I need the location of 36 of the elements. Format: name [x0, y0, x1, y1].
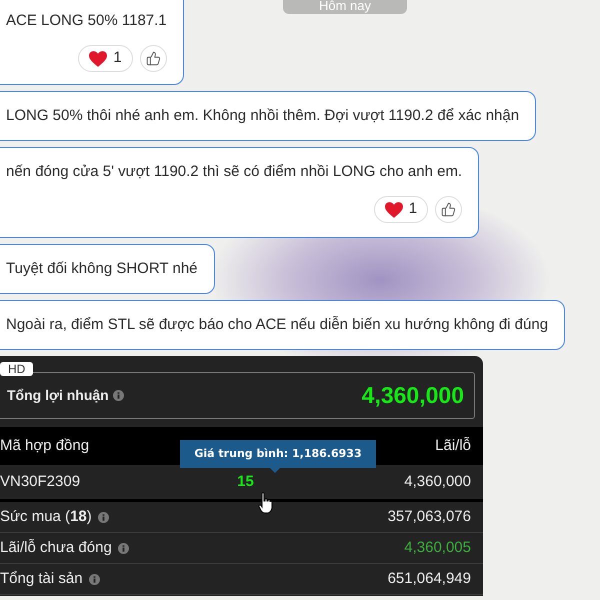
- summary-label: Tổng tài sản: [0, 568, 83, 589]
- info-icon: [88, 574, 100, 584]
- date-badge: Hôm nay: [283, 0, 407, 14]
- summary-label: Sức mua (18): [0, 506, 92, 527]
- table-cell-text: 4,360,000: [403, 472, 471, 492]
- info-icon: [98, 512, 109, 522]
- summary-label: Lãi/lỗ chưa đóng: [0, 538, 112, 558]
- total-profit-value: 4,360,000: [362, 381, 464, 410]
- heart-reaction[interactable]: 1: [78, 45, 133, 72]
- thumbs-up-icon: [146, 51, 161, 66]
- tooltip-pointer-icon: [270, 468, 280, 473]
- reaction-count: 1: [113, 48, 122, 68]
- tooltip: Giá trung bình: 1,186.6933: [180, 440, 376, 468]
- column-header: Lãi/lỗ: [435, 436, 471, 456]
- thumbs-up-icon: [441, 202, 456, 217]
- table-cell-text: VN30F2309: [0, 472, 82, 492]
- heart-icon: [384, 202, 403, 218]
- heart-reaction[interactable]: 1: [374, 196, 428, 223]
- hd-tag: HD: [0, 362, 34, 376]
- message-text: Tuyệt đối không SHORT nhé: [6, 259, 198, 279]
- message-text: ACE LONG 50% 1187.1: [6, 11, 167, 31]
- info-icon: [112, 390, 124, 401]
- table-cell-text: 15: [236, 472, 255, 492]
- heart-icon: [89, 50, 108, 66]
- column-header: Mã hợp đồng: [0, 436, 90, 456]
- summary-value: 357,063,076: [388, 506, 471, 527]
- like-button[interactable]: [140, 45, 167, 72]
- like-button[interactable]: [435, 196, 462, 223]
- message-text: LONG 50% thôi nhé anh em. Không nhồi thêm. Đợi vượt 1190.2 để xác nhận: [6, 106, 520, 126]
- reaction-count: 1: [408, 199, 418, 220]
- info-icon: [118, 542, 129, 554]
- total-profit-label: Tổng lợi nhuận: [7, 386, 109, 405]
- summary-value: 651,064,949: [388, 568, 471, 589]
- summary-value: 4,360,005: [404, 538, 471, 558]
- message-text: Ngoài ra, điểm STL sẽ được báo cho ACE nếu diễn biến xu hướng không đi đúng: [6, 315, 548, 335]
- message-text: nến đóng cửa 5' vượt 1190.2 thì sẽ có điểm nhồi LONG cho anh em.: [6, 162, 462, 182]
